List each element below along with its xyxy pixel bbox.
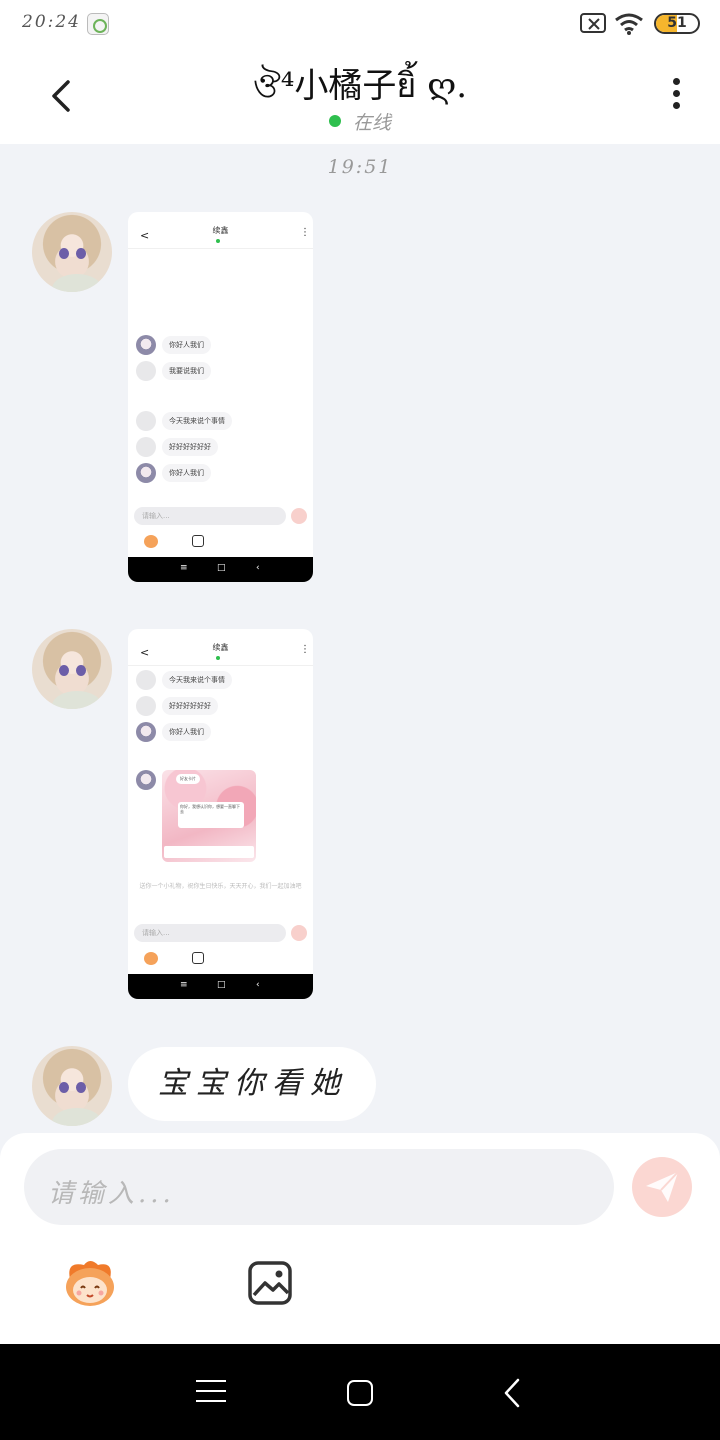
message-input[interactable]: 请输入... (24, 1149, 614, 1225)
emoji-face-icon (144, 535, 158, 548)
send-icon (646, 1171, 679, 1202)
image-icon[interactable] (246, 1259, 294, 1307)
screenshot-title: 续鑫 (212, 226, 229, 235)
message-timestamp: 19:51 (327, 156, 393, 178)
close-box-icon (580, 13, 606, 33)
system-nav-bar (0, 1344, 720, 1440)
send-button[interactable] (632, 1157, 692, 1217)
screenshot-message[interactable]: < 续鑫 ⋮ 你好人我们 我要说我们 今天我来说个事情 好好好好好好 你好人我们… (128, 212, 313, 582)
more-vertical-icon: ⋮ (300, 227, 310, 238)
avatar[interactable] (32, 629, 112, 709)
text-message-bubble[interactable]: 宝宝你看她 (128, 1047, 376, 1121)
emoji-face-icon (144, 952, 158, 965)
wifi-icon (615, 13, 643, 35)
status-time: 20:24 (22, 12, 81, 32)
emoji-face-icon[interactable] (60, 1257, 120, 1309)
avatar[interactable] (32, 212, 112, 292)
battery-level: 51 (667, 15, 687, 31)
more-vertical-icon[interactable] (664, 78, 688, 114)
input-placeholder: 请输入... (48, 1179, 175, 1209)
online-status: 在线 (260, 108, 460, 135)
status-bar: 20:24 51 (0, 0, 720, 48)
avatar[interactable] (32, 1046, 112, 1126)
chevron-left-icon[interactable] (40, 74, 84, 118)
screenshot-note: 送你一个小礼物，祝你生日快乐，天天开心，我们一起加油吧 (139, 883, 302, 890)
image-icon (192, 952, 204, 964)
gift-card-image: 好友卡片 你好，我想认识你，想要一直聊下去 (162, 770, 256, 862)
more-vertical-icon: ⋮ (300, 644, 310, 655)
image-icon (192, 535, 204, 547)
back-icon[interactable] (500, 1376, 524, 1410)
input-panel: 请输入... (0, 1133, 720, 1344)
menu-icon[interactable] (196, 1380, 226, 1404)
screenshot-title: 续鑫 (212, 643, 229, 652)
app-icon (87, 13, 109, 35)
online-status-text: 在线 (352, 112, 391, 134)
online-dot-icon (328, 115, 341, 127)
screenshot-message[interactable]: < 续鑫 ⋮ 今天我来说个事情 好好好好好好 你好人我们 好友卡片 你好，我想认… (128, 629, 313, 999)
chat-header: ঔ⁴小橘子ยิ้ ღ. 在线 (0, 48, 720, 144)
home-icon[interactable] (347, 1380, 373, 1406)
battery-icon: 51 (654, 13, 700, 34)
